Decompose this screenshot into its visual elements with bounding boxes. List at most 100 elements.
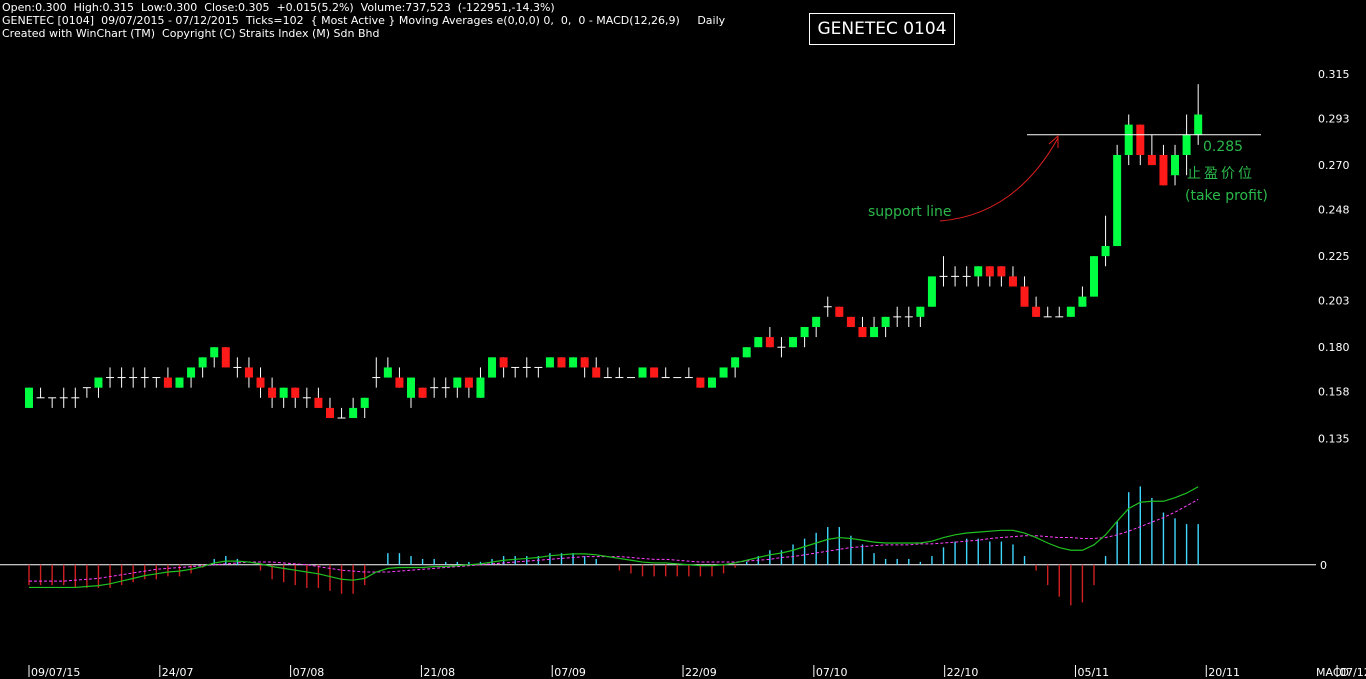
candle [846, 316, 855, 327]
candle [163, 367, 172, 388]
candle-body [198, 357, 207, 368]
candle-body [1147, 154, 1156, 166]
candle-body [696, 377, 705, 388]
candle-body [476, 377, 485, 398]
candle-body [812, 316, 821, 327]
candle-body [187, 367, 196, 378]
candle [1136, 124, 1145, 166]
candle-body [418, 387, 427, 398]
candle-body [974, 266, 983, 277]
candle [314, 387, 323, 408]
candle [731, 357, 740, 378]
candle [441, 377, 450, 398]
candle-body [1113, 154, 1122, 247]
candle [962, 266, 971, 287]
candle [291, 387, 300, 408]
candle [916, 306, 925, 327]
candle [1194, 84, 1203, 145]
candle [1066, 306, 1075, 317]
candle [140, 367, 149, 388]
candle [1089, 256, 1098, 297]
candle [580, 357, 589, 378]
candle-body [1159, 154, 1168, 186]
candle [464, 377, 473, 398]
candle-body [1020, 286, 1029, 307]
take-profit-chinese: 止盈价位 [1187, 166, 1255, 182]
candle [302, 387, 311, 408]
y-tick-label: 0.225 [1318, 250, 1350, 263]
candle [881, 316, 890, 338]
price-axis: 0.315 0.293 0.270 0.248 0.225 0.203 0.180 0.158… [1318, 68, 1350, 445]
candle-body [25, 387, 33, 408]
candle-body [765, 337, 774, 348]
candle [36, 387, 45, 399]
candle [1078, 286, 1087, 307]
candle [742, 347, 751, 358]
candle [661, 367, 670, 379]
candle [94, 377, 103, 398]
candle-body [719, 367, 728, 378]
candle [603, 367, 612, 379]
candle [893, 306, 902, 327]
x-tick-label: 07/09 [554, 666, 586, 679]
x-tick-label: 24/07 [162, 666, 194, 679]
x-tick-label: 21/08 [423, 666, 455, 679]
candle-body [279, 387, 288, 398]
candle-body [742, 347, 751, 358]
candle [997, 266, 1006, 287]
price-chart-canvas: 0 0.315 0.293 0.270 0.248 0.225 0.203 0.180 0.1… [0, 68, 1366, 679]
candle [383, 357, 392, 378]
x-tick-label: 20/11 [1208, 666, 1240, 679]
candle [360, 397, 369, 419]
candle [569, 357, 578, 368]
candle [82, 387, 91, 398]
x-tick-label: 22/09 [685, 666, 717, 679]
candle [615, 367, 624, 379]
candle-body [163, 377, 172, 388]
candle [106, 367, 115, 388]
candle [349, 397, 358, 419]
macd-axis-label: MACD [1316, 666, 1349, 679]
candle-body [464, 377, 473, 388]
candle [1008, 266, 1017, 287]
candle [823, 296, 832, 317]
candle-body [1194, 114, 1203, 135]
candle [407, 377, 416, 408]
candle [233, 357, 242, 378]
candle-body [870, 326, 879, 338]
candle [129, 367, 138, 388]
candle [337, 407, 346, 419]
candle [71, 387, 80, 408]
y-tick-label: 0.248 [1318, 204, 1350, 217]
y-tick-label: 0.135 [1318, 432, 1350, 445]
candle-body [1101, 246, 1110, 257]
candle-body [360, 397, 369, 408]
candle-body [314, 397, 323, 408]
candle-body [1078, 296, 1087, 307]
candle-body [1136, 124, 1145, 155]
candle [395, 367, 404, 388]
candle-body [383, 367, 392, 378]
candle-body [1089, 256, 1098, 297]
candle-body [731, 357, 740, 368]
candle-body [1032, 306, 1041, 317]
candle-body [754, 337, 763, 348]
candle [835, 306, 844, 317]
candle [1113, 144, 1122, 247]
candle [789, 337, 798, 348]
macd-zero-line: 0 [0, 559, 1327, 572]
candle [696, 377, 705, 388]
candle-body [256, 377, 265, 388]
candle [939, 256, 948, 287]
candle-body [1008, 276, 1017, 287]
candle-body [407, 377, 416, 398]
x-tick-label: 09/07/15 [31, 666, 80, 679]
candle-body [545, 357, 554, 368]
candle-body [927, 276, 936, 307]
candle [187, 367, 196, 388]
candle-body [395, 377, 404, 388]
candle [638, 367, 647, 378]
take-profit-english: (take profit) [1185, 188, 1268, 204]
candle [777, 337, 786, 358]
candle [25, 387, 33, 408]
